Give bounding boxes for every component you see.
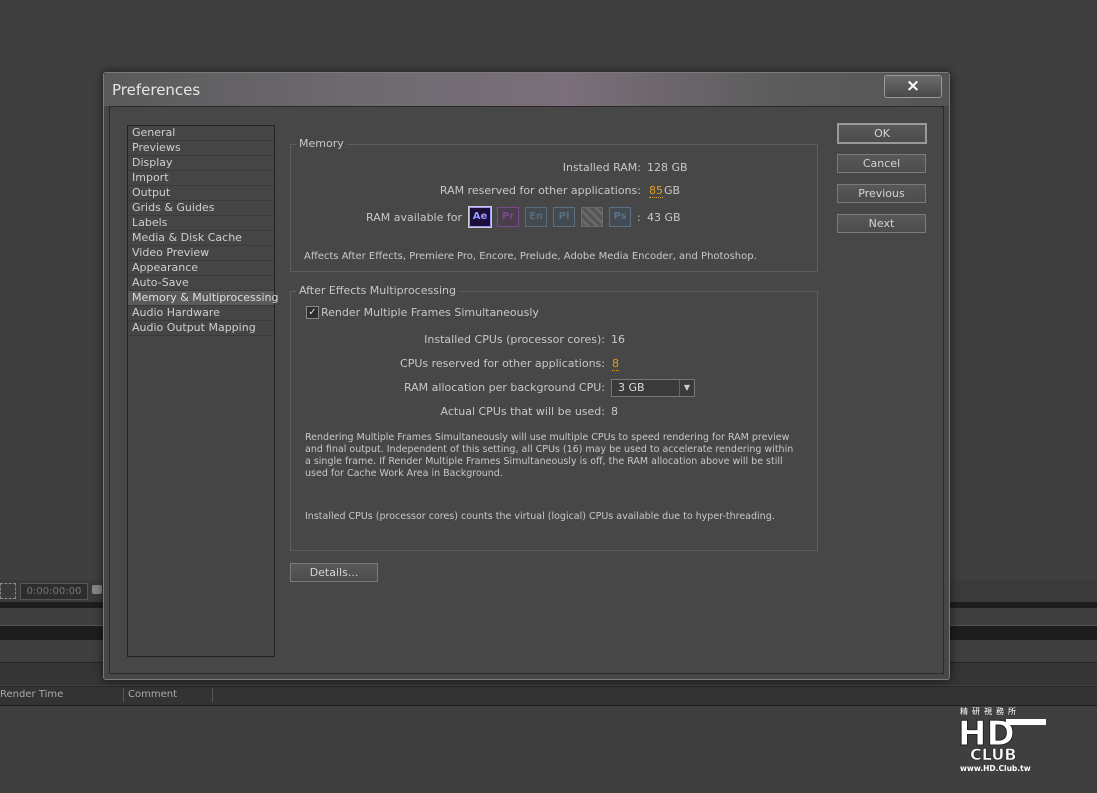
installed-cpus-label: Installed CPUs (processor cores): [424,333,605,346]
category-list[interactable]: General Previews Display Import Output G… [127,125,278,657]
sidebar-item-media-disk-cache[interactable]: Media & Disk Cache [128,231,274,246]
ram-reserved-unit: GB [664,184,681,197]
multiprocessing-note: Rendering Multiple Frames Simultaneously… [305,432,794,479]
sidebar-item-grids-guides[interactable]: Grids & Guides [128,201,274,216]
column-render-time[interactable]: Render Time [0,689,63,700]
multiprocessing-group-title: After Effects Multiprocessing [296,284,459,297]
column-comment[interactable]: Comment [128,689,177,700]
installed-ram-label: Installed RAM: [562,161,641,174]
render-multiple-checkbox[interactable]: ✓ [306,306,319,319]
column-separator [212,688,213,702]
multiprocessing-group: After Effects Multiprocessing ✓ Render M… [290,284,818,551]
installed-ram-value: 128 GB [647,161,688,174]
sidebar-item-audio-hardware[interactable]: Audio Hardware [128,306,274,321]
close-button[interactable]: × [884,75,942,98]
ram-reserved-value[interactable]: 85 [649,184,663,198]
details-button[interactable]: Details... [290,563,378,582]
hyperthreading-note: Installed CPUs (processor cores) counts … [305,511,775,522]
sidebar-item-display[interactable]: Display [128,156,274,171]
installed-cpus-value: 16 [611,333,625,346]
memory-group-title: Memory [296,137,347,150]
chevron-down-icon: ▼ [679,380,694,396]
ok-button[interactable]: OK [837,123,927,144]
timecode-field[interactable]: 0:00:00:00 [20,583,88,600]
sidebar-item-previews[interactable]: Previews [128,141,274,156]
svg-text:www.HD.Club.tw: www.HD.Club.tw [960,764,1031,773]
camera-icon[interactable] [92,585,102,594]
sidebar-item-import[interactable]: Import [128,171,274,186]
ram-available-value: 43 GB [647,211,681,224]
ram-per-cpu-value: 3 GB [618,381,645,394]
photoshop-icon[interactable]: Ps [609,207,631,227]
encore-icon[interactable]: En [525,207,547,227]
sidebar-item-output[interactable]: Output [128,186,274,201]
sidebar-item-auto-save[interactable]: Auto-Save [128,276,274,291]
hdclub-watermark-logo: 精研視務所 HD CLUB www.HD.Club.tw [956,705,1052,777]
prelude-icon[interactable]: Pl [553,207,575,227]
ram-per-cpu-label: RAM allocation per background CPU: [403,381,605,394]
premiere-pro-icon[interactable]: Pr [497,207,519,227]
svg-text:CLUB: CLUB [970,745,1017,764]
cancel-button[interactable]: Cancel [837,154,926,173]
sidebar-item-audio-output-mapping[interactable]: Audio Output Mapping [128,321,274,336]
region-toggle-icon[interactable] [0,583,16,599]
after-effects-icon[interactable]: Ae [469,207,491,227]
ram-reserved-label: RAM reserved for other applications: [439,184,641,197]
media-encoder-icon[interactable] [581,207,603,227]
memory-note: Affects After Effects, Premiere Pro, Enc… [304,251,757,262]
title-bar: Preferences × [104,73,949,106]
actual-cpus-value: 8 [611,405,618,418]
sidebar-item-appearance[interactable]: Appearance [128,261,274,276]
sidebar-item-memory-multiprocessing[interactable]: Memory & Multiprocessing [128,291,278,306]
cpus-reserved-value[interactable]: 8 [612,357,619,371]
sidebar-item-video-preview[interactable]: Video Preview [128,246,274,261]
sidebar-item-general[interactable]: General [128,126,274,141]
cpus-reserved-label: CPUs reserved for other applications: [400,357,605,370]
column-separator [123,688,124,702]
render-multiple-label[interactable]: Render Multiple Frames Simultaneously [321,306,539,319]
ram-available-separator: : [637,211,641,224]
ram-per-cpu-dropdown[interactable]: 3 GB ▼ [611,379,695,397]
dialog-title: Preferences [112,81,201,99]
next-button[interactable]: Next [837,214,926,233]
preferences-dialog: Preferences × General Previews Display I… [103,72,950,680]
previous-button[interactable]: Previous [837,184,926,203]
ram-available-label: RAM available for [366,211,462,224]
close-icon: × [905,76,921,96]
actual-cpus-label: Actual CPUs that will be used: [440,405,605,418]
sidebar-item-labels[interactable]: Labels [128,216,274,231]
memory-group: Memory Installed RAM: 128 GB RAM reserve… [290,137,818,272]
